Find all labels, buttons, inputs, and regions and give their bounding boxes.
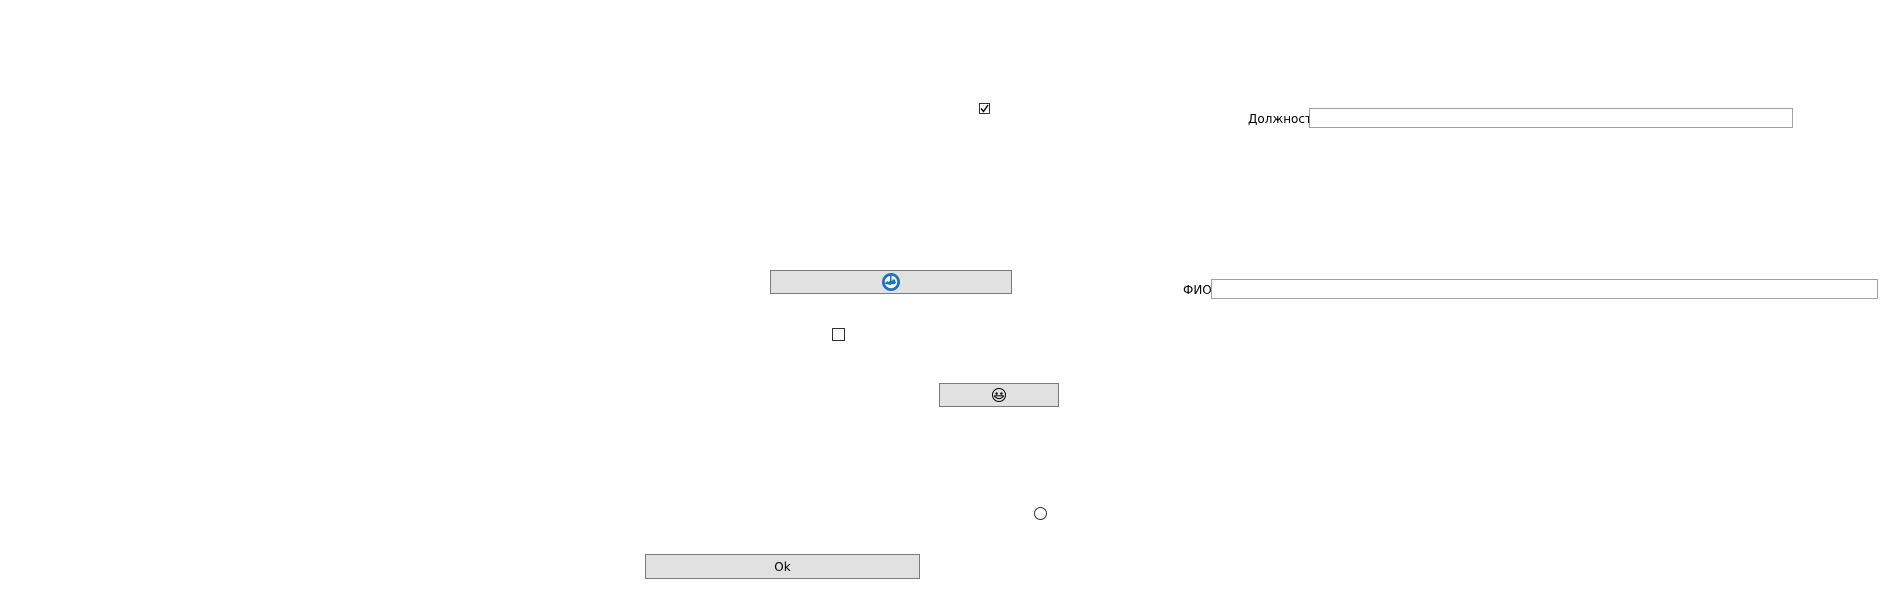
middle-checkbox[interactable]: [832, 328, 845, 341]
radio-button[interactable]: [1034, 507, 1047, 520]
smiley-face-icon: [992, 388, 1006, 402]
face-button[interactable]: [939, 383, 1059, 407]
globe-button[interactable]: [770, 270, 1012, 294]
fio-label: ФИО: [1183, 283, 1212, 297]
ok-button-label: Ok: [774, 559, 791, 574]
top-checkbox[interactable]: [979, 103, 990, 114]
ok-button[interactable]: Ok: [645, 554, 920, 579]
position-input[interactable]: [1309, 108, 1793, 128]
fio-input[interactable]: [1211, 279, 1878, 299]
checkmark-icon: [980, 104, 989, 113]
globe-icon: [882, 273, 900, 291]
